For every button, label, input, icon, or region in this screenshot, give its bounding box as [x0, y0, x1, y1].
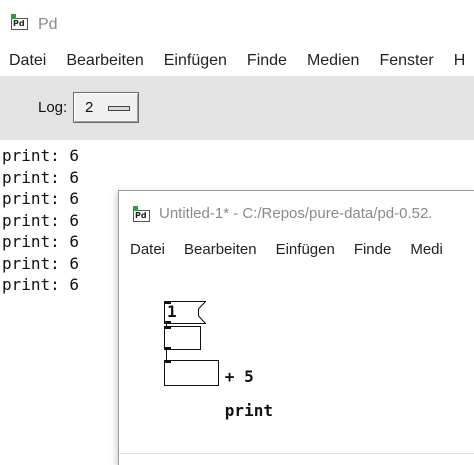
- console-line: print: 6: [2, 167, 80, 187]
- add-object-inlet[interactable]: [164, 326, 171, 329]
- patch-menu-bearbeiten[interactable]: Bearbeiten: [184, 241, 257, 258]
- pd-patch-icon: Pd: [133, 206, 150, 222]
- print-object[interactable]: print: [164, 360, 273, 420]
- menu-fenster[interactable]: Fenster: [379, 52, 433, 70]
- main-menubar: Datei Bearbeiten Einfügen Finde Medien F…: [9, 52, 465, 70]
- menu-datei[interactable]: Datei: [9, 52, 46, 70]
- menu-einfuegen[interactable]: Einfügen: [164, 52, 227, 70]
- patch-window-title: Untitled-1* - C:/Repos/pure-data/pd-0.52…: [159, 205, 433, 222]
- main-window-title: Pd: [38, 16, 58, 33]
- patch-menubar: Datei Bearbeiten Einfügen Finde Medi: [130, 241, 443, 258]
- add-object[interactable]: + 5: [164, 326, 254, 386]
- console-toolbar: [0, 76, 474, 140]
- patch-menu-datei[interactable]: Datei: [130, 241, 165, 258]
- message-box-text: 1: [167, 302, 177, 321]
- pd-app-icon: Pd: [11, 14, 28, 30]
- console-line: print: 6: [2, 146, 80, 165]
- log-label: Log:: [38, 99, 68, 116]
- log-level-value: 2: [85, 99, 94, 116]
- print-object-inlet[interactable]: [164, 360, 171, 363]
- patch-menu-einfuegen[interactable]: Einfügen: [276, 241, 335, 258]
- option-menu-indicator-icon: [108, 106, 130, 111]
- add-object-text: + 5: [224, 367, 254, 386]
- menu-hilfe[interactable]: H: [454, 52, 466, 70]
- log-level-select[interactable]: 2: [73, 92, 139, 123]
- patch-canvas[interactable]: 1 + 5 print: [119, 264, 474, 465]
- menu-bearbeiten[interactable]: Bearbeiten: [66, 52, 143, 70]
- patch-bottom-divider: [119, 453, 474, 454]
- patch-window: Pd Untitled-1* - C:/Repos/pure-data/pd-0…: [118, 190, 474, 465]
- patch-titlebar: Pd Untitled-1* - C:/Repos/pure-data/pd-0…: [119, 191, 474, 235]
- menu-finde[interactable]: Finde: [247, 52, 287, 70]
- add-object-outlet[interactable]: [164, 347, 171, 350]
- patch-menu-finde[interactable]: Finde: [354, 241, 392, 258]
- main-titlebar: Pd Pd: [0, 0, 474, 44]
- menu-medien[interactable]: Medien: [307, 52, 359, 70]
- print-object-text: print: [224, 401, 273, 420]
- patch-menu-medien[interactable]: Medi: [410, 241, 443, 258]
- message-box[interactable]: 1: [164, 301, 206, 324]
